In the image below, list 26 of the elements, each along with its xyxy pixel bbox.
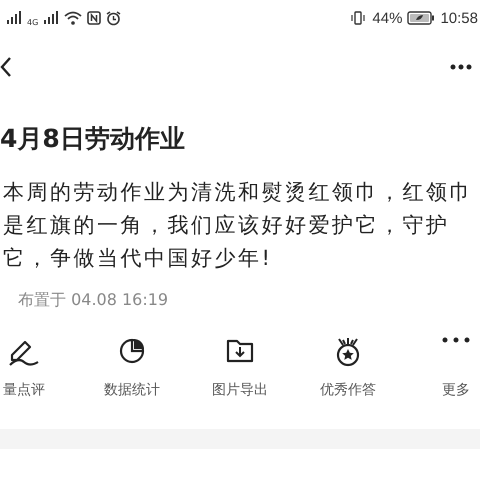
action-button[interactable]: 量点评 — [0, 337, 78, 399]
back-icon[interactable] — [0, 56, 12, 78]
nfc-icon — [87, 11, 102, 25]
signal-icon — [6, 11, 22, 25]
action-button[interactable]: 数据统计 — [78, 337, 186, 399]
post-title: 4月8日劳动作业 — [0, 123, 186, 155]
more-icon — [442, 337, 470, 343]
more-icon[interactable] — [450, 64, 472, 70]
action-button[interactable]: 优秀作答 — [294, 337, 402, 399]
folder-download-icon — [226, 337, 254, 363]
battery-icon — [407, 11, 436, 25]
battery-percent: 44% — [372, 10, 402, 26]
medal-icon — [334, 337, 362, 367]
signal-icon — [43, 11, 60, 25]
body-text-line: 本周的劳动作业为清洗和熨烫红领巾，红领巾 — [3, 179, 474, 206]
wifi-icon — [64, 11, 82, 25]
action-button[interactable]: 更多 — [402, 337, 480, 399]
action-button[interactable]: 图片导出 — [186, 337, 294, 399]
body-text-line: 它，争做当代中国好少年! — [3, 245, 274, 272]
alarm-icon — [106, 10, 122, 26]
assigned-time: 布置于 04.08 16:19 — [17, 290, 170, 311]
network-label: 4G — [27, 18, 38, 27]
vibrate-icon — [349, 11, 368, 25]
clock-time: 10:58 — [440, 10, 478, 26]
body-text-line: 是红旗的一角，我们应该好好爱护它，守护 — [3, 212, 450, 239]
pie-chart-icon — [118, 337, 146, 365]
